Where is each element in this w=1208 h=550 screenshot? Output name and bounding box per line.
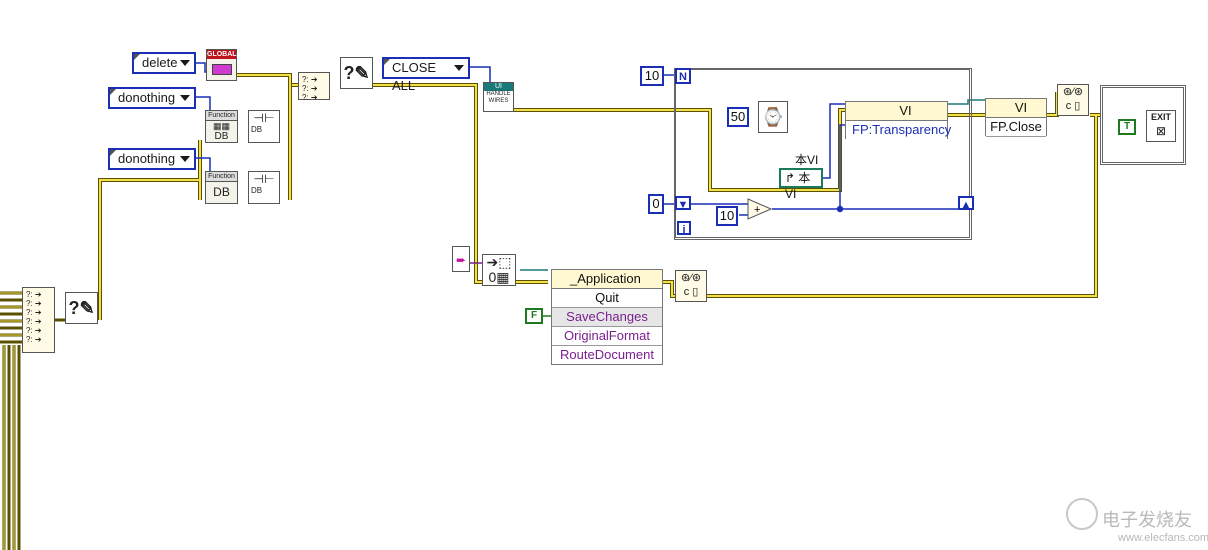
chevron-down-icon [180,95,190,101]
db-connector-subvi-2[interactable]: ⊣⊢ DB [248,171,280,204]
increment-constant[interactable]: 10 [716,206,738,226]
wait-timer-icon[interactable]: ⌚ [758,101,788,133]
merge-row-glyph: ?: ➔ [26,326,42,335]
plus-glyph: + [754,204,760,216]
global-subvi[interactable]: GLOBAL [206,49,237,81]
vi-ref-arrow-icon: ↱ [785,171,796,185]
merge-row-glyph: ?: ➔ [26,317,42,326]
param-route-document[interactable]: RouteDocument [552,346,662,364]
watermark-logo-icon [1066,498,1098,530]
vi-property-header: VI [846,102,947,121]
file-ref-icon[interactable]: ➨ [452,246,470,272]
merge-row-glyph: ?: ➔ [302,84,318,93]
merge-row-glyph: ?: ➔ [26,335,42,344]
add-function-icon[interactable]: + [747,198,773,220]
function-db-1-header: Function [206,111,237,121]
application-invoke-header: _Application [552,270,662,289]
loop-count-terminal: N [675,68,691,84]
shift-register-right: ▲ [958,196,974,211]
wait-ms-constant[interactable]: 50 [727,107,749,127]
merge-row-glyph: ?: ➔ [26,308,42,317]
application-invoke-node[interactable]: _Application Quit SaveChanges OriginalFo… [551,269,663,365]
merge-errors-node-left[interactable]: ?: ➔ ?: ➔ ?: ➔ ?: ➔ ?: ➔ ?: ➔ [22,287,55,353]
enum-donothing-1[interactable]: donothing [108,87,196,109]
enum-donothing-2[interactable]: donothing [108,148,196,170]
enum-delete-value: delete [142,55,178,70]
shift-register-left: ▼ [675,196,691,211]
vi-property-transparency[interactable]: FP:Transparency [846,121,951,139]
vi-invoke-header: VI [986,99,1046,118]
enum-corner-mark [384,59,390,65]
exit-graphic-icon: ⊠ [1155,124,1167,138]
clear-errors-icon[interactable]: ?✎ [340,57,373,89]
param-original-format[interactable]: OriginalFormat [552,327,662,346]
application-class: _Application [570,271,641,286]
enum-donothing-1-value: donothing [118,90,176,105]
vi-property-node[interactable]: VI FP:Transparency [845,101,951,139]
wire-error-left [98,178,200,320]
merge-row-glyph: ?: ➔ [302,75,318,84]
db-connector-1-label: DB [251,125,263,134]
merge-errors-node-1[interactable]: ?: ➔ ?: ➔ ?: ➔ [298,72,330,102]
global-icon [211,64,232,75]
application-method-quit[interactable]: Quit [552,289,662,308]
db-connector-subvi-1[interactable]: ⊣⊢ DB [248,110,280,143]
clear-errors-icon[interactable]: ?✎ [65,292,98,324]
function-db-subvi-1[interactable]: Function ▦▦ DB [205,110,238,143]
vi-invoke-node[interactable]: VI FP.Close [985,98,1047,137]
enum-donothing-2-value: donothing [118,151,176,166]
handle-wires-label: HANDLE WIRES [486,91,511,104]
db-connector-2-label: DB [251,186,263,195]
merge-row-glyph: ?: ➔ [26,299,42,308]
exit-function-icon[interactable]: EXIT ⊠ [1146,110,1176,142]
function-db-1-label: DB [214,131,229,142]
close-reference-icon[interactable]: ⊛⁄⊛ c ▯ [675,270,707,302]
enum-delete[interactable]: delete [132,52,196,74]
shift-register-init-constant[interactable]: 0 [648,194,664,214]
chevron-down-icon [454,65,464,71]
vi-property-class: VI [899,103,912,118]
loop-iteration-terminal: i [677,221,691,236]
watermark-url: www.elecfans.com [1118,532,1208,544]
enum-corner-mark [134,54,140,60]
enum-corner-mark [110,150,116,156]
global-header: GLOBAL [207,50,237,59]
grid-icon: ▦▦ [212,121,230,131]
close-reference-icon[interactable]: ⊛⁄⊛ c ▯ [1057,84,1089,116]
to-more-generic-class-icon[interactable]: ➔⬚ 0▦ [482,254,516,286]
handle-wires-subvi[interactable]: UI HANDLE WIRES [483,82,514,112]
function-db-2-label: DB [213,185,230,199]
chevron-down-icon [180,60,190,66]
vi-ref-caption: 本VI [795,153,819,167]
enum-corner-mark [110,89,116,95]
function-db-subvi-2[interactable]: Function DB [205,171,238,204]
vi-invoke-class: VI [1014,100,1028,115]
vi-invoke-method[interactable]: FP.Close [986,118,1046,137]
this-vi-reference-constant[interactable]: ↱ 本VI [779,168,823,201]
function-db-2-header: Function [206,172,237,182]
watermark-text: 电子发烧友 [1102,510,1192,530]
merge-row-glyph: ?: ➔ [26,290,42,299]
true-constant[interactable]: T [1118,119,1136,135]
exit-label: EXIT [1150,112,1171,122]
false-constant[interactable]: F [525,308,543,324]
handle-wires-header: UI [484,83,513,91]
param-save-changes[interactable]: SaveChanges [552,308,662,327]
connector-plug-icon: ⊣⊢ [253,111,275,125]
loop-count-constant[interactable]: 10 [640,66,664,86]
enum-close-all[interactable]: CLOSE ALL [382,57,470,93]
merge-row-glyph: ?: ➔ [302,93,318,102]
connector-plug-icon: ⊣⊢ [253,172,275,186]
chevron-down-icon [180,156,190,162]
